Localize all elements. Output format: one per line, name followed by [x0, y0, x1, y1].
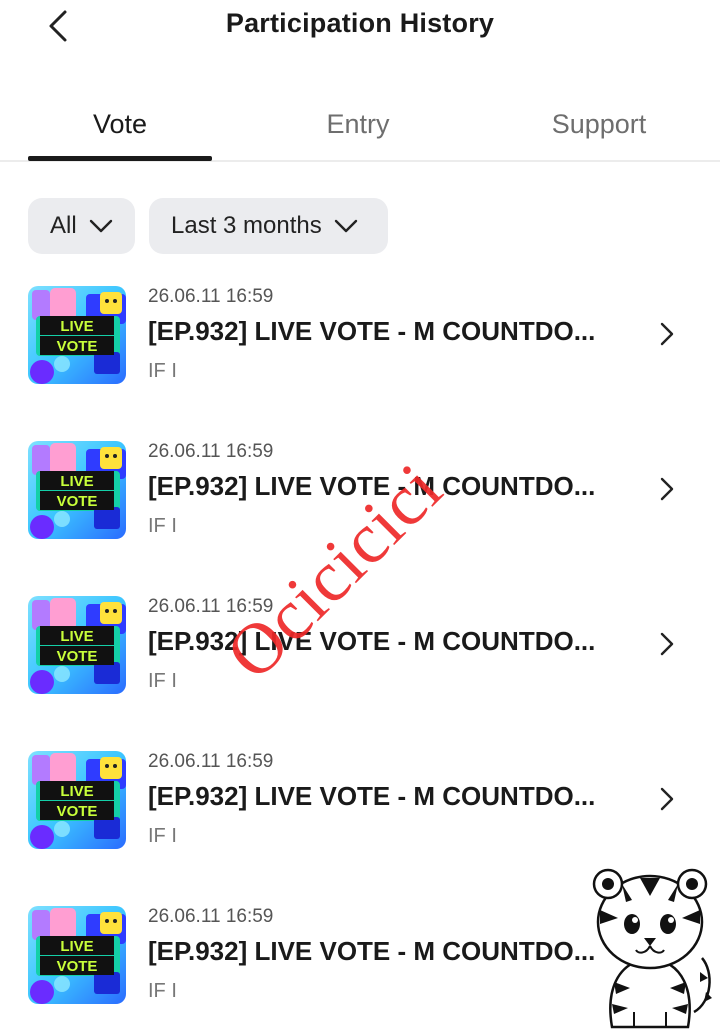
- item-subtitle: IF I: [148, 515, 177, 537]
- live-vote-thumbnail: LIVE VOTE: [28, 906, 126, 1004]
- thumb-text-vote: VOTE: [57, 493, 98, 510]
- item-subtitle: IF I: [148, 825, 177, 847]
- thumb-text-live: LIVE: [60, 628, 93, 645]
- live-vote-thumbnail: LIVE VOTE: [28, 286, 126, 384]
- tab-bar: Vote Entry Support: [0, 88, 720, 162]
- category-filter-dropdown[interactable]: All: [28, 198, 135, 254]
- thumb-text-vote: VOTE: [57, 338, 98, 355]
- tiger-sticker: [582, 862, 718, 1032]
- list-item[interactable]: LIVE VOTE 26.06.11 16:59 [EP.932] LIVE V…: [0, 592, 720, 702]
- item-date: 26.06.11 16:59: [148, 906, 274, 927]
- item-title: [EP.932] LIVE VOTE - M COUNTDO...: [148, 936, 596, 966]
- item-title: [EP.932] LIVE VOTE - M COUNTDO...: [148, 781, 596, 811]
- chevron-right-icon[interactable]: [656, 785, 678, 813]
- chevron-down-icon: [89, 219, 113, 233]
- thumb-text-live: LIVE: [60, 318, 93, 335]
- chevron-right-icon[interactable]: [656, 630, 678, 658]
- thumb-text-vote: VOTE: [57, 648, 98, 665]
- app-header: Participation History: [0, 0, 720, 60]
- chevron-right-icon[interactable]: [656, 475, 678, 503]
- item-subtitle: IF I: [148, 980, 177, 1002]
- item-subtitle: IF I: [148, 360, 177, 382]
- list-item[interactable]: LIVE VOTE 26.06.11 16:59 [EP.932] LIVE V…: [0, 747, 720, 857]
- active-tab-indicator: [28, 156, 212, 161]
- item-date: 26.06.11 16:59: [148, 441, 274, 462]
- chevron-right-icon[interactable]: [656, 320, 678, 348]
- item-date: 26.06.11 16:59: [148, 286, 274, 307]
- tab-support[interactable]: Support: [506, 88, 692, 160]
- item-title: [EP.932] LIVE VOTE - M COUNTDO...: [148, 316, 596, 346]
- category-filter-label: All: [50, 212, 77, 239]
- thumb-text-live: LIVE: [60, 938, 93, 955]
- live-vote-thumbnail: LIVE VOTE: [28, 441, 126, 539]
- thumb-text-live: LIVE: [60, 473, 93, 490]
- period-filter-label: Last 3 months: [171, 212, 322, 239]
- item-date: 26.06.11 16:59: [148, 751, 274, 772]
- live-vote-thumbnail: LIVE VOTE: [28, 751, 126, 849]
- page-title: Participation History: [225, 8, 495, 38]
- live-vote-thumbnail: LIVE VOTE: [28, 596, 126, 694]
- thumb-text-vote: VOTE: [57, 803, 98, 820]
- tab-vote[interactable]: Vote: [28, 88, 212, 160]
- list-item[interactable]: LIVE VOTE 26.06.11 16:59 [EP.932] LIVE V…: [0, 282, 720, 392]
- item-subtitle: IF I: [148, 670, 177, 692]
- tab-entry[interactable]: Entry: [266, 88, 450, 160]
- chevron-down-icon: [334, 219, 358, 233]
- thumb-text-vote: VOTE: [57, 958, 98, 975]
- thumb-text-live: LIVE: [60, 783, 93, 800]
- period-filter-dropdown[interactable]: Last 3 months: [149, 198, 388, 254]
